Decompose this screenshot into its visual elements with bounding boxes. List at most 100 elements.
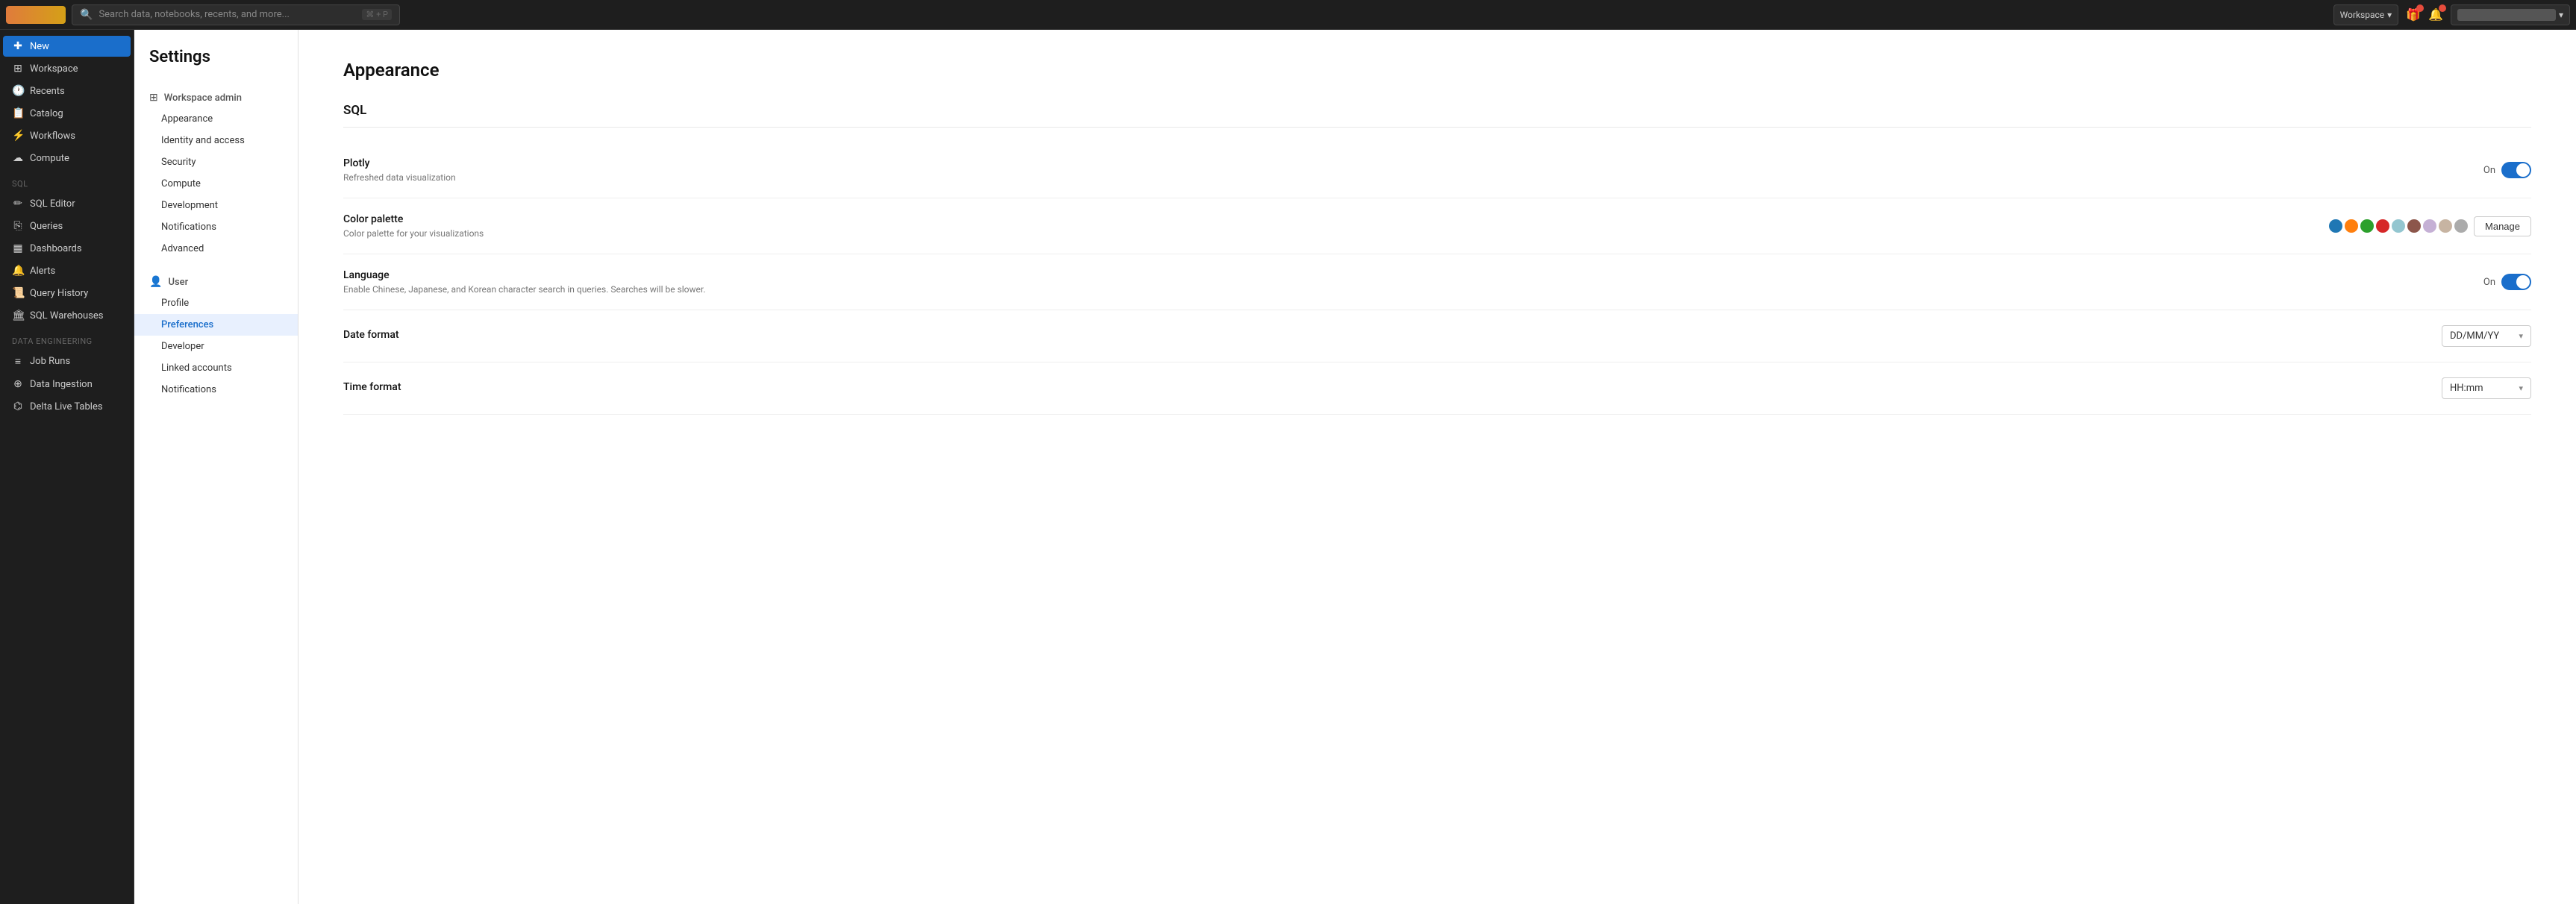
- sidebar-item-dashboards[interactable]: ▦ Dashboards: [3, 238, 131, 259]
- time-format-info: Time format: [343, 381, 2427, 396]
- sidebar-item-job-runs-label: Job Runs: [30, 356, 70, 367]
- sidebar-item-new-label: New: [30, 41, 49, 52]
- nav-item-developer[interactable]: Developer: [134, 336, 298, 357]
- plotly-label: Plotly: [343, 157, 2469, 169]
- language-toggle[interactable]: [2501, 274, 2531, 290]
- nav-item-appearance[interactable]: Appearance: [134, 108, 298, 130]
- sidebar-item-recents[interactable]: 🕐 Recents: [3, 81, 131, 101]
- nav-item-advanced[interactable]: Advanced: [134, 238, 298, 260]
- nav-item-profile[interactable]: Profile: [134, 292, 298, 314]
- user-header: 👤 User: [134, 271, 298, 292]
- user-group-icon: 👤: [149, 276, 162, 288]
- plotly-control: On: [2483, 162, 2531, 178]
- alerts-icon: 🔔: [12, 265, 24, 277]
- sidebar-item-query-history-label: Query History: [30, 288, 88, 299]
- search-shortcut: ⌘ + P: [362, 9, 392, 20]
- dashboards-icon: ▦: [12, 242, 24, 254]
- sidebar-item-queries-label: Queries: [30, 221, 63, 232]
- workspace-icon: ⊞: [12, 63, 24, 75]
- sidebar-item-alerts[interactable]: 🔔 Alerts: [3, 260, 131, 281]
- query-history-icon: 📜: [12, 287, 24, 299]
- language-label: Language: [343, 269, 2469, 281]
- workspace-selector[interactable]: Workspace ▾: [2333, 4, 2399, 25]
- user-selector-label: [2457, 9, 2556, 21]
- sidebar-item-query-history[interactable]: 📜 Query History: [3, 283, 131, 304]
- sql-warehouses-icon: 🏛: [12, 310, 24, 321]
- settings-nav: Settings ⊞ Workspace admin Appearance Id…: [134, 30, 298, 904]
- sidebar-item-new[interactable]: ✚ New: [3, 36, 131, 57]
- sidebar-item-catalog[interactable]: 📋 Catalog: [3, 103, 131, 124]
- user-group: 👤 User Profile Preferences Developer Lin…: [134, 266, 298, 407]
- nav-item-notifications-user[interactable]: Notifications: [134, 379, 298, 401]
- data-engineering-section-label: Data Engineering: [0, 327, 134, 349]
- sidebar-item-compute[interactable]: ☁ Compute: [3, 148, 131, 169]
- sidebar-item-job-runs[interactable]: ≡ Job Runs: [3, 351, 131, 372]
- color-palette-row: Color palette Color palette for your vis…: [343, 198, 2531, 254]
- sidebar-item-dashboards-label: Dashboards: [30, 243, 82, 254]
- language-info: Language Enable Chinese, Japanese, and K…: [343, 269, 2469, 295]
- workspace-admin-header: ⊞ Workspace admin: [134, 87, 298, 108]
- swatch-1: [2329, 219, 2342, 233]
- nav-item-preferences[interactable]: Preferences: [134, 314, 298, 336]
- user-selector[interactable]: ▾: [2451, 4, 2570, 25]
- sidebar-item-sql-warehouses[interactable]: 🏛 SQL Warehouses: [3, 305, 131, 326]
- catalog-icon: 📋: [12, 107, 24, 119]
- settings-page-title: Appearance: [343, 60, 2531, 81]
- date-format-value: DD/MM/YY: [2450, 330, 2499, 342]
- sidebar-item-workflows-label: Workflows: [30, 131, 75, 142]
- sidebar-item-workflows[interactable]: ⚡ Workflows: [3, 125, 131, 146]
- sidebar: ✚ New ⊞ Workspace 🕐 Recents 📋 Catalog ⚡ …: [0, 30, 134, 904]
- swatch-9: [2454, 219, 2468, 233]
- topbar-right: Workspace ▾ 🎁 🔔 ▾: [2333, 4, 2570, 25]
- sidebar-item-recents-label: Recents: [30, 86, 65, 97]
- plotly-toggle-label: On: [2483, 165, 2495, 176]
- swatch-7: [2423, 219, 2436, 233]
- date-format-row: Date format DD/MM/YY ▾: [343, 310, 2531, 362]
- sidebar-item-sql-editor[interactable]: ✏ SQL Editor: [3, 193, 131, 214]
- language-toggle-label: On: [2483, 277, 2495, 288]
- search-bar[interactable]: 🔍 Search data, notebooks, recents, and m…: [72, 4, 400, 25]
- sql-editor-icon: ✏: [12, 198, 24, 210]
- sidebar-item-workspace-label: Workspace: [30, 63, 78, 75]
- time-format-control: HH:mm ▾: [2442, 377, 2531, 399]
- topbar: 🔍 Search data, notebooks, recents, and m…: [0, 0, 2576, 30]
- date-format-select[interactable]: DD/MM/YY ▾: [2442, 325, 2531, 347]
- time-format-row: Time format HH:mm ▾: [343, 362, 2531, 415]
- workflows-icon: ⚡: [12, 130, 24, 142]
- swatch-5: [2392, 219, 2405, 233]
- gift-icon-btn[interactable]: 🎁: [2406, 7, 2421, 22]
- swatch-3: [2360, 219, 2374, 233]
- sidebar-item-delta-live-tables[interactable]: ⌬ Delta Live Tables: [3, 396, 131, 417]
- notification-badge: [2439, 4, 2446, 12]
- plotly-toggle[interactable]: [2501, 162, 2531, 178]
- swatch-2: [2345, 219, 2358, 233]
- nav-item-development[interactable]: Development: [134, 195, 298, 216]
- sidebar-item-workspace[interactable]: ⊞ Workspace: [3, 58, 131, 79]
- time-format-label: Time format: [343, 381, 2427, 393]
- logo: [6, 6, 66, 24]
- language-row: Language Enable Chinese, Japanese, and K…: [343, 254, 2531, 310]
- nav-item-linked-accounts[interactable]: Linked accounts: [134, 357, 298, 379]
- language-desc: Enable Chinese, Japanese, and Korean cha…: [343, 284, 2469, 295]
- manage-color-palette-button[interactable]: Manage: [2474, 216, 2531, 236]
- time-format-value: HH:mm: [2450, 383, 2483, 394]
- search-icon: 🔍: [80, 9, 93, 21]
- sidebar-item-data-ingestion[interactable]: ⊕ Data Ingestion: [3, 374, 131, 395]
- nav-item-identity-access[interactable]: Identity and access: [134, 130, 298, 151]
- workspace-selector-label: Workspace: [2340, 10, 2385, 20]
- date-format-label: Date format: [343, 329, 2427, 341]
- nav-item-security[interactable]: Security: [134, 151, 298, 173]
- chevron-down-icon: ▾: [2387, 10, 2392, 20]
- sidebar-item-sql-warehouses-label: SQL Warehouses: [30, 310, 104, 321]
- nav-item-compute[interactable]: Compute: [134, 173, 298, 195]
- sidebar-item-queries[interactable]: ⎘ Queries: [3, 216, 131, 236]
- color-palette-label: Color palette: [343, 213, 2314, 225]
- sidebar-item-delta-live-tables-label: Delta Live Tables: [30, 401, 103, 412]
- sql-section-title: SQL: [343, 103, 2531, 128]
- language-control: On: [2483, 274, 2531, 290]
- notification-icon-btn[interactable]: 🔔: [2428, 7, 2443, 22]
- data-ingestion-icon: ⊕: [12, 378, 24, 390]
- time-format-select[interactable]: HH:mm ▾: [2442, 377, 2531, 399]
- nav-item-notifications[interactable]: Notifications: [134, 216, 298, 238]
- swatch-6: [2407, 219, 2421, 233]
